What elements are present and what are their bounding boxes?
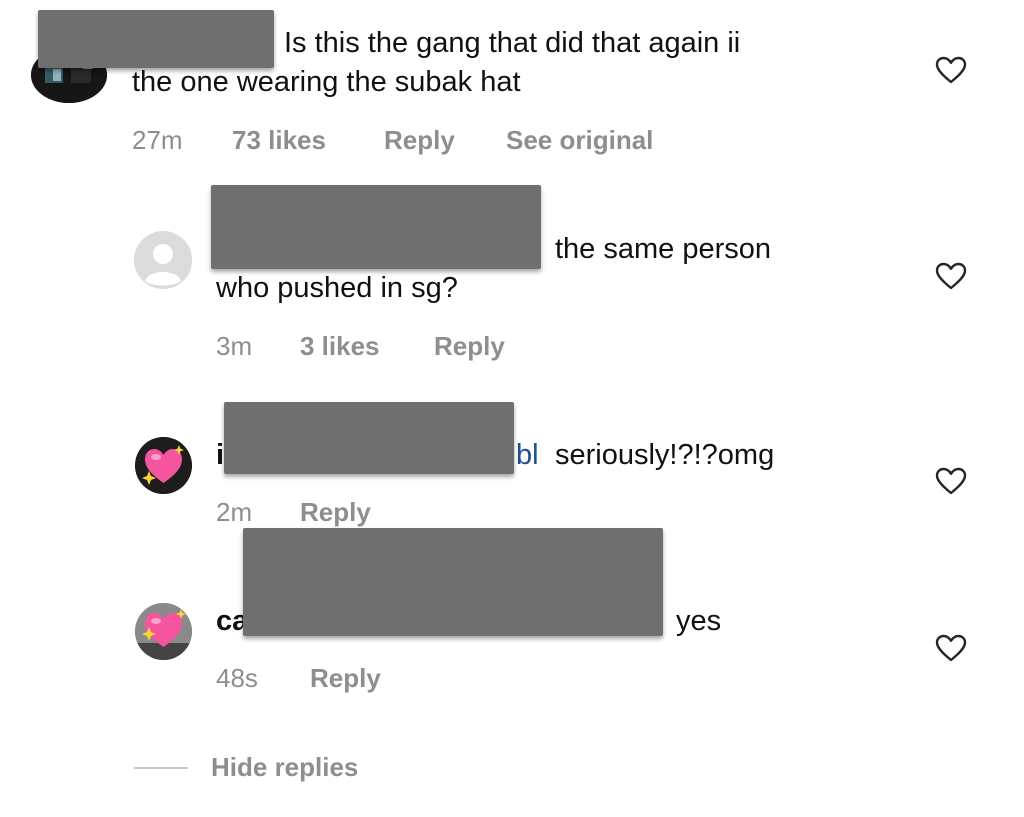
heart-outline-icon[interactable] — [935, 56, 967, 84]
default-avatar[interactable] — [134, 231, 192, 289]
likes-count[interactable]: 3 likes — [300, 331, 380, 362]
comment-text-line1: the same person — [555, 233, 772, 265]
comment-time: 2m — [216, 497, 253, 527]
comment-text-line1: Is this the gang that did that again ii — [284, 27, 741, 59]
avatar[interactable] — [135, 603, 192, 660]
reply-button[interactable]: Reply — [310, 663, 381, 694]
hide-replies-button[interactable]: Hide replies — [211, 752, 358, 783]
redacted-username — [38, 10, 274, 68]
likes-count[interactable]: 73 likes — [232, 125, 326, 156]
redacted-username — [243, 528, 663, 636]
sparkling-heart-avatar-icon — [135, 437, 192, 494]
mention-tail[interactable]: bl — [516, 435, 539, 475]
comment-username-prefix[interactable]: i — [216, 435, 224, 475]
heart-outline-icon[interactable] — [935, 634, 967, 662]
comment-text-line2: who pushed in sg? — [216, 272, 458, 304]
see-original-button[interactable]: See original — [506, 125, 653, 156]
default-person-icon — [134, 231, 192, 289]
comment-time: 3m — [216, 331, 253, 361]
reply-button[interactable]: Reply — [300, 497, 371, 528]
redacted-username — [211, 185, 541, 269]
comment-text: seriously!?!?omg — [555, 439, 775, 471]
comment-time: 27m — [132, 125, 183, 155]
comment-text: yes — [676, 605, 722, 637]
comment-time: 48s — [216, 663, 258, 693]
comment-text-line2: the one wearing the subak hat — [132, 66, 521, 98]
avatar[interactable] — [135, 437, 192, 494]
redacted-username — [224, 402, 514, 474]
reply-button[interactable]: Reply — [384, 125, 455, 156]
sparkling-heart-avatar-icon — [135, 603, 192, 660]
reply-button[interactable]: Reply — [434, 331, 505, 362]
heart-outline-icon[interactable] — [935, 262, 967, 290]
heart-outline-icon[interactable] — [935, 467, 967, 495]
thread-divider — [134, 767, 188, 769]
